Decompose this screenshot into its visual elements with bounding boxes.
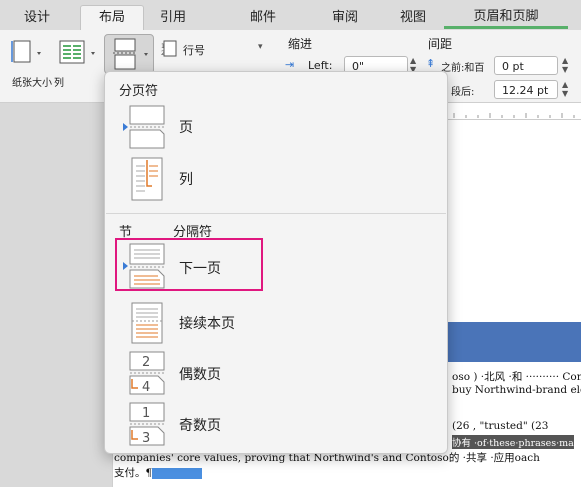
doc-line-6-text: 支付。¶ [114, 467, 153, 479]
breaks-menu: 分页符 页 列 节 分隔符 下一页 接续本页 2 4 偶数页 1 3 奇数页 [104, 71, 448, 454]
columns-icon [59, 40, 95, 64]
menu-item-continuous-label: 接续本页 [179, 316, 235, 332]
menu-item-even-page[interactable]: 2 4 偶数页 [106, 348, 446, 398]
spacing-before-label: 之前:和百 [441, 63, 485, 74]
doc-line-3: (26 , "trusted" (23 [452, 420, 549, 432]
menu-item-continuous[interactable]: 接续本页 [106, 297, 446, 347]
spacing-before-stepper[interactable]: ▲ ▼ [562, 56, 568, 74]
indent-title: 缩进 [288, 37, 313, 51]
column-break-icon [131, 157, 163, 201]
ruler-ticks [453, 113, 575, 118]
svg-text:2: 2 [161, 50, 165, 57]
line-numbers-icon: 1 2 [161, 40, 177, 57]
menu-item-column-label: 列 [179, 172, 193, 188]
menu-item-odd-page-label: 奇数页 [179, 418, 221, 434]
spacing-before-icon: ⇞ [426, 57, 436, 70]
page-break-icon [129, 105, 165, 149]
doc-line-6: 支付。¶ [114, 465, 203, 480]
doc-line-4-selected: 协有 ·of·these·phrases·ma [452, 435, 574, 449]
doc-line-1: oso ) ·北风 ·和 ·········· Contoso [452, 371, 581, 383]
menu-item-odd-page[interactable]: 1 3 奇数页 [106, 399, 446, 449]
line-numbers-label: 行号 [183, 44, 205, 57]
size-button[interactable] [10, 38, 44, 69]
tab-review[interactable]: 审阅 [320, 6, 370, 30]
size-label: 纸张大小 [12, 78, 52, 89]
columns-button[interactable] [56, 38, 100, 69]
ribbon-tab-bar: 设计 布局 引用 邮件 审阅 视图 页眉和页脚 [0, 0, 581, 30]
horizontal-ruler[interactable] [448, 103, 581, 120]
doc-line-2: buy Northwind-brand electro [452, 384, 581, 396]
breaks-button[interactable] [104, 34, 154, 74]
breaks-icon [113, 38, 148, 70]
spacing-after-field[interactable]: 12.24 pt [494, 80, 558, 99]
menu-item-column[interactable]: 列 [106, 154, 446, 204]
tab-references[interactable]: 引用 [148, 6, 198, 30]
spacing-after-label: 段后: [451, 87, 475, 98]
spacing-before-field[interactable]: 0 pt [494, 56, 558, 75]
tab-layout[interactable]: 布局 [80, 5, 144, 30]
tab-view[interactable]: 视图 [390, 6, 436, 30]
header-band [448, 322, 581, 362]
spacing-title: 间距 [428, 37, 453, 51]
svg-text:1: 1 [161, 43, 165, 50]
menu-item-page-label: 页 [179, 120, 193, 136]
continuous-break-icon [131, 302, 163, 344]
menu-separator [106, 213, 446, 214]
page-size-icon [11, 40, 41, 63]
svg-text:4: 4 [142, 380, 150, 395]
columns-label: 列 [54, 78, 64, 89]
tab-mailings[interactable]: 邮件 [238, 6, 288, 30]
spacing-after-stepper[interactable]: ▲ ▼ [562, 80, 568, 98]
page-breaks-heading: 分页符 [119, 84, 159, 99]
menu-item-even-page-label: 偶数页 [179, 367, 221, 383]
svg-text:3: 3 [142, 431, 150, 446]
svg-text:1: 1 [142, 406, 150, 421]
selection-highlight [152, 467, 203, 479]
highlight-box [115, 238, 263, 291]
svg-text:2: 2 [142, 355, 150, 370]
indent-left-icon: ⇥ [285, 58, 295, 71]
even-page-break-icon: 2 4 [129, 351, 165, 395]
odd-page-break-icon: 1 3 [129, 402, 165, 446]
line-numbers-button[interactable]: 1 2 [160, 40, 180, 61]
line-numbers-dropdown-icon[interactable]: ▾ [258, 42, 263, 52]
menu-item-page[interactable]: 页 [106, 102, 446, 152]
tab-design[interactable]: 设计 [14, 6, 60, 30]
tab-header-footer[interactable]: 页眉和页脚 [444, 6, 568, 29]
